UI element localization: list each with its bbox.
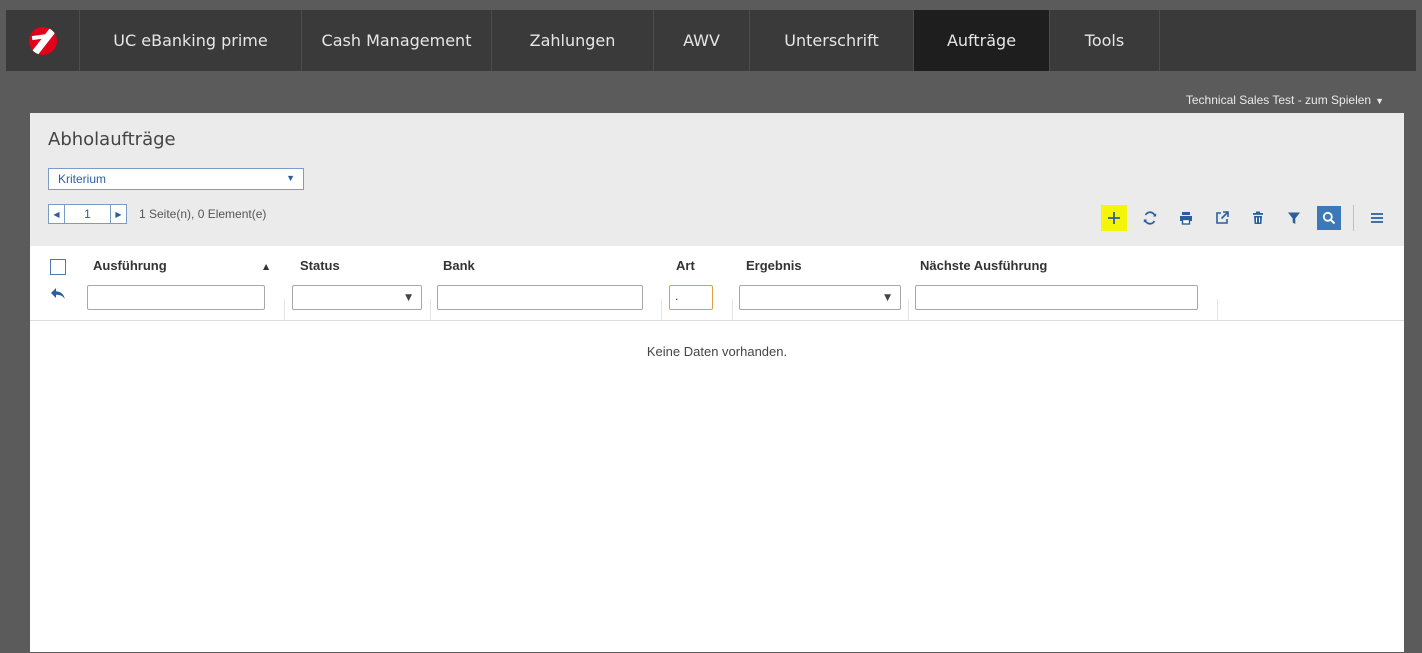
undo-arrow-icon[interactable] [50, 287, 66, 301]
column-divider [284, 299, 285, 321]
previous-page-button[interactable]: ◀ [48, 204, 65, 224]
column-divider [1217, 299, 1218, 321]
filter-ergebnis-select[interactable]: ▼ [739, 285, 901, 310]
column-divider [908, 299, 909, 321]
chevron-down-icon: ▼ [286, 173, 295, 183]
nav-item-auftraege[interactable]: Aufträge [914, 10, 1050, 71]
filter-art-input[interactable]: . [669, 285, 713, 310]
search-icon [1322, 211, 1336, 225]
menu-icon [1371, 213, 1383, 223]
column-divider [661, 299, 662, 321]
export-icon [1216, 211, 1229, 224]
nav-item-unterschrift[interactable]: Unterschrift [750, 10, 914, 71]
toolbar [1091, 204, 1390, 232]
print-button[interactable] [1173, 205, 1199, 231]
unicredit-logo-icon [28, 26, 57, 55]
nav-item-awv[interactable]: AWV [654, 10, 750, 71]
menu-button[interactable] [1364, 205, 1390, 231]
nav-item-zahlungen[interactable]: Zahlungen [492, 10, 654, 71]
page-info: 1 Seite(n), 0 Element(e) [139, 207, 267, 221]
nav-item-tools[interactable]: Tools [1050, 10, 1160, 71]
filter-naechste-ausfuehrung-input[interactable] [915, 285, 1198, 310]
page-title: Abholaufträge [48, 129, 176, 150]
filter-ausfuehrung-input[interactable] [87, 285, 265, 310]
empty-state-message: Keine Daten vorhanden. [646, 344, 788, 359]
delete-button[interactable] [1245, 205, 1271, 231]
filter-bank-input[interactable] [437, 285, 643, 310]
column-header-ausfuehrung[interactable]: Ausführung [93, 258, 167, 273]
nav-item-cash-management[interactable]: Cash Management [302, 10, 492, 71]
column-header-bank[interactable]: Bank [443, 258, 475, 273]
next-page-button[interactable]: ▶ [110, 204, 127, 224]
nav-item-uc-ebanking-prime[interactable]: UC eBanking prime [80, 10, 302, 71]
trash-icon [1253, 211, 1263, 224]
print-icon [1180, 212, 1192, 225]
refresh-button[interactable] [1137, 205, 1163, 231]
column-header-art[interactable]: Art [676, 258, 695, 273]
table-header: Ausführung ▲ Status Bank Art Ergebnis Nä… [30, 246, 1404, 321]
toolbar-divider [1353, 205, 1354, 231]
chevron-down-icon: ▼ [405, 293, 412, 303]
page-number-input[interactable]: 1 [65, 204, 110, 224]
plus-icon [1108, 212, 1120, 224]
column-header-status[interactable]: Status [300, 258, 340, 273]
filter-status-select[interactable]: ▼ [292, 285, 422, 310]
pagination: ◀ 1 ▶ 1 Seite(n), 0 Element(e) [48, 204, 266, 224]
refresh-icon [1143, 211, 1157, 225]
panel-header: Abholaufträge Kriterium ▼ ◀ 1 ▶ 1 Seite(… [30, 113, 1404, 246]
export-button[interactable] [1209, 205, 1235, 231]
criterion-select[interactable]: Kriterium ▼ [48, 168, 304, 190]
sort-ascending-icon: ▲ [263, 262, 270, 271]
chevron-down-icon: ▼ [884, 293, 891, 303]
add-button[interactable] [1101, 205, 1127, 231]
column-header-ergebnis[interactable]: Ergebnis [746, 258, 802, 273]
filter-button[interactable] [1281, 205, 1307, 231]
logo[interactable] [6, 10, 80, 71]
filter-icon [1288, 212, 1300, 224]
main-panel: Abholaufträge Kriterium ▼ ◀ 1 ▶ 1 Seite(… [30, 113, 1404, 652]
top-navigation: UC eBanking prime Cash Management Zahlun… [6, 10, 1416, 71]
column-divider [430, 299, 431, 321]
context-selector[interactable]: Technical Sales Test - zum Spielen ▼ [1186, 93, 1384, 107]
select-all-checkbox[interactable] [50, 259, 66, 275]
column-header-naechste-ausfuehrung[interactable]: Nächste Ausführung [920, 258, 1047, 273]
caret-down-icon: ▼ [1375, 96, 1384, 106]
column-divider [732, 299, 733, 321]
search-button[interactable] [1317, 206, 1341, 230]
